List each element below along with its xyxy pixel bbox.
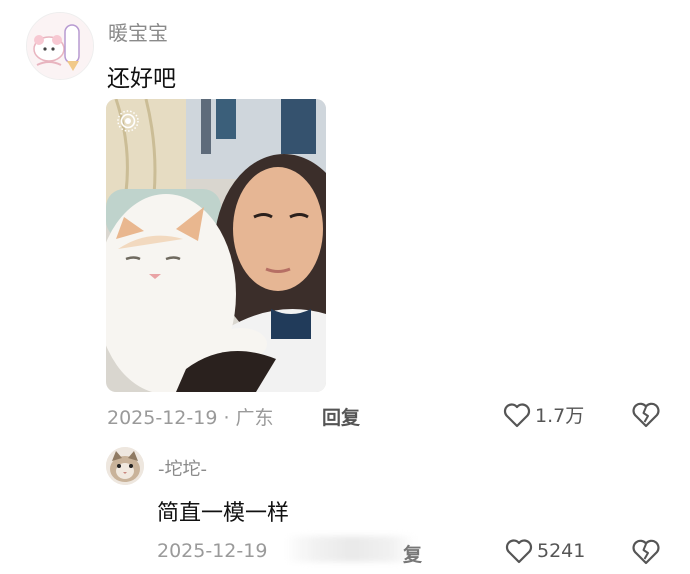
live-photo-icon <box>117 110 139 132</box>
reply-button[interactable]: 回复 <box>322 403 360 430</box>
like-count: 1.7万 <box>535 405 585 427</box>
username[interactable]: 暖宝宝 <box>108 17 168 46</box>
reply-date: 2025-12-19 <box>157 540 268 562</box>
avatar-illustration <box>27 13 93 79</box>
reply-like-count: 5241 <box>537 540 586 562</box>
broken-heart-icon <box>632 539 660 565</box>
heart-outline-icon <box>503 402 531 427</box>
comment-photo[interactable] <box>106 99 326 392</box>
blurred-overlay <box>288 536 416 562</box>
heart-outline-icon <box>505 539 533 564</box>
reply-like-button[interactable]: 5241 <box>505 538 585 564</box>
broken-heart-icon <box>632 402 660 428</box>
reply-text: 简直一模一样 <box>157 501 290 526</box>
dislike-button[interactable] <box>631 401 661 433</box>
reply-username[interactable]: -坨坨- <box>158 455 207 481</box>
cat-avatar-image <box>106 447 144 485</box>
like-button[interactable]: 1.7万 <box>503 401 584 428</box>
avatar[interactable] <box>26 12 94 80</box>
comment-text: 还好吧 <box>107 66 176 92</box>
reply-avatar[interactable] <box>106 447 144 485</box>
selfie-with-cat-image <box>106 99 326 392</box>
reply-reply-button[interactable]: 复 <box>403 540 422 567</box>
reply-dislike-button[interactable] <box>631 538 661 570</box>
comment-date-location: 2025-12-19 · 广东 <box>107 407 274 429</box>
